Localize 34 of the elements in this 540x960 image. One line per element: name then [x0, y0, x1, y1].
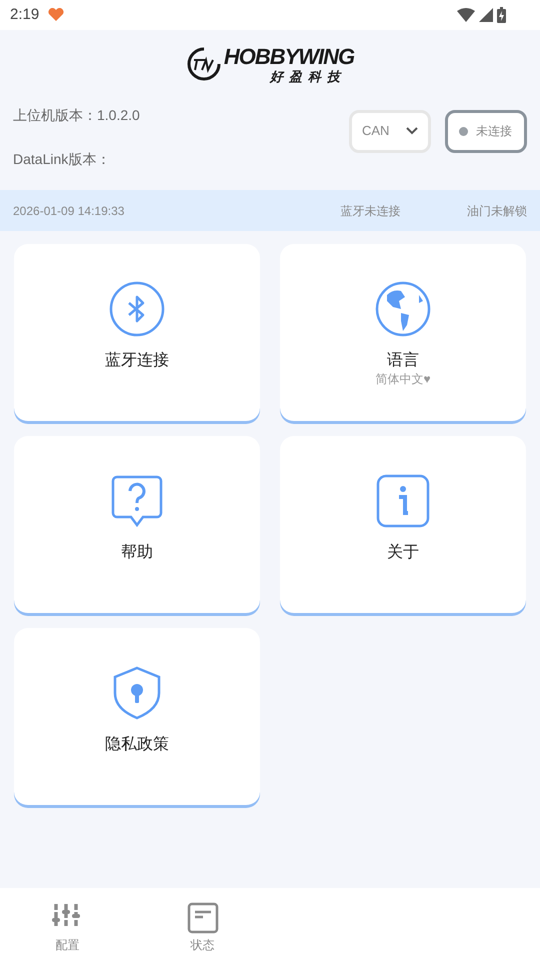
menu-card[interactable]: 帮助: [14, 436, 260, 614]
wifi-icon: [457, 8, 475, 22]
info-icon: [375, 473, 431, 529]
bluetooth-icon: [109, 281, 165, 337]
datetime-text: 2026-01-09 14:19:33: [13, 202, 124, 220]
brand-subtitle: 好盈科技: [270, 68, 346, 84]
nav-tab[interactable]: 状态: [135, 888, 270, 960]
bluetooth-status: 蓝牙未连接: [340, 202, 401, 220]
battery-icon: [497, 7, 506, 23]
card-subtitle: 简体中文♥: [375, 371, 431, 387]
brand-name: HOBBYWING: [224, 44, 354, 68]
signal-icon: [479, 8, 493, 22]
menu-card[interactable]: 语言 简体中文♥: [280, 244, 526, 422]
card-title: 语言: [387, 351, 419, 371]
version-label: DataLink版本：: [13, 150, 112, 168]
document-icon: [186, 902, 218, 934]
protocol-dropdown[interactable]: CAN: [349, 110, 431, 152]
logo-icon: [186, 46, 222, 82]
version-label: 上位机版本：1.0.2.0: [13, 106, 140, 124]
nav-tab[interactable]: 配置: [0, 888, 135, 960]
card-title: 帮助: [121, 543, 153, 563]
menu-card[interactable]: 关于: [280, 436, 526, 614]
menu-card[interactable]: 蓝牙连接: [14, 244, 260, 422]
card-title: 关于: [387, 543, 419, 563]
speech-bubble-question-icon: [109, 473, 165, 529]
chevron-down-icon: [406, 127, 418, 135]
connect-button[interactable]: 未连接: [445, 110, 527, 152]
menu-card[interactable]: 隐私政策: [14, 628, 260, 806]
card-title: 隐私政策: [105, 735, 169, 755]
throttle-status: 油门未解锁: [467, 202, 527, 220]
status-time: 2:19: [10, 4, 40, 25]
globe-icon: [375, 281, 431, 337]
card-title: 蓝牙连接: [105, 351, 169, 371]
heart-icon: [47, 8, 66, 22]
